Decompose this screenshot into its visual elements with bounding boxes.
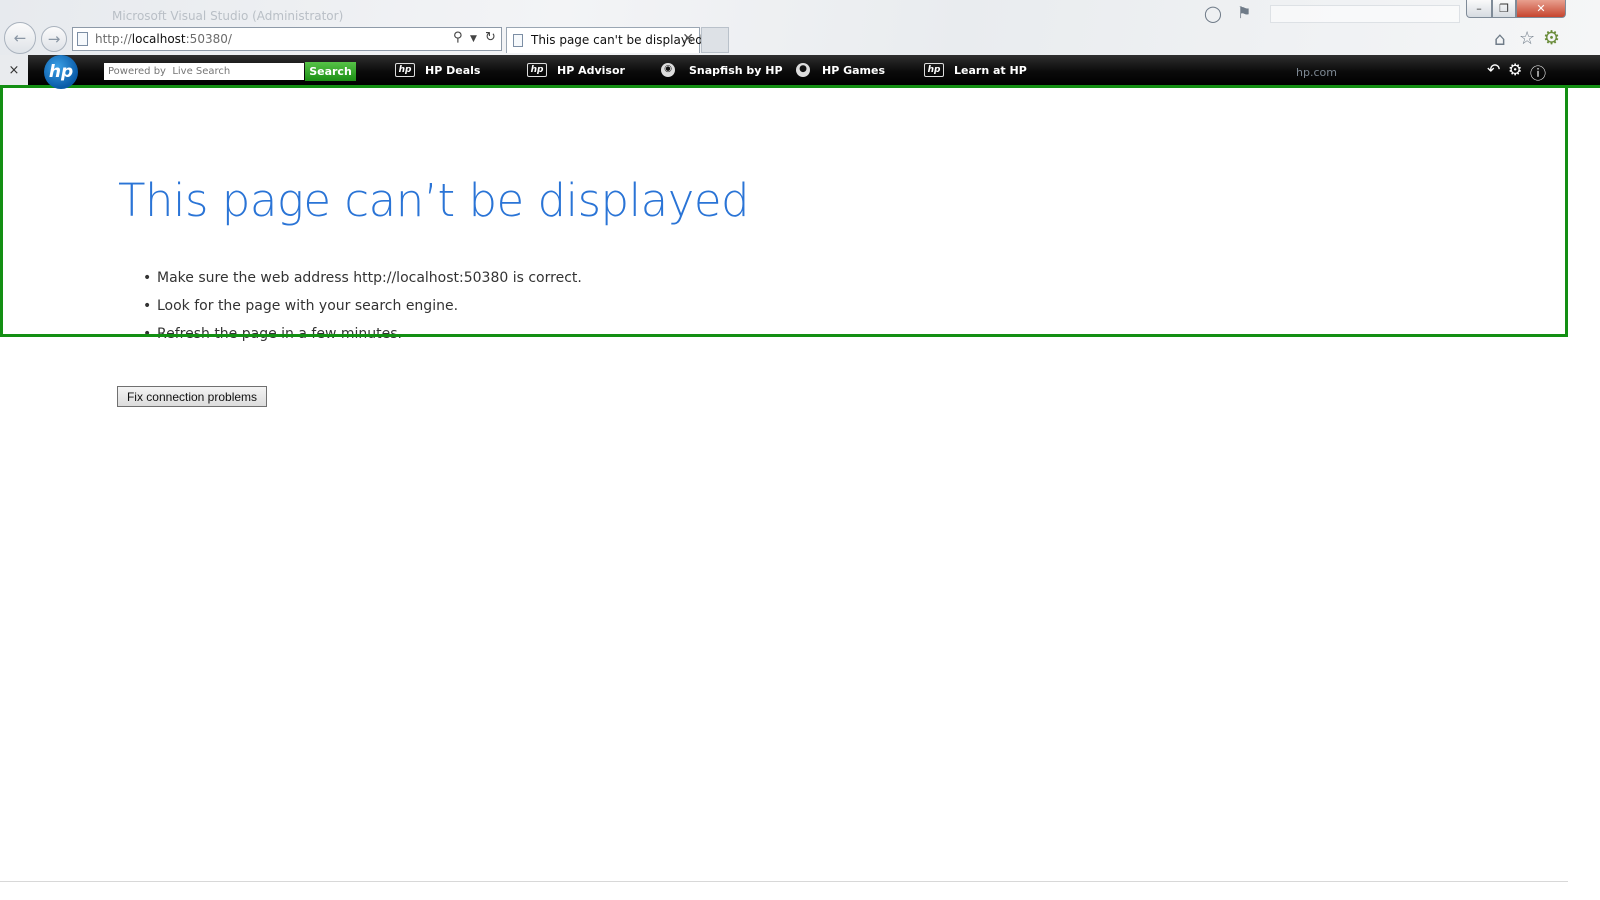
link-hp-games[interactable]: ● HP Games (796, 63, 885, 77)
page-title: This page can’t be displayed (118, 174, 750, 227)
minimize-button[interactable]: – (1466, 0, 1492, 18)
hp-logo-icon[interactable]: hp (44, 55, 78, 89)
search-icon[interactable]: ⚲ (453, 30, 463, 45)
hp-logo-icon: hp (527, 63, 547, 77)
back-button[interactable]: ← (4, 22, 36, 54)
settings-gear-icon[interactable]: ⚙ (1508, 60, 1522, 79)
back-arrow-icon: ← (13, 29, 27, 47)
tab-error-page[interactable]: This page can't be displayed ✕ (506, 27, 703, 53)
maximize-button[interactable]: ❐ (1492, 0, 1516, 18)
refresh-icon[interactable]: ↻ (485, 30, 496, 45)
tab-close-icon[interactable]: ✕ (682, 31, 694, 47)
list-item: Make sure the web address http://localho… (143, 268, 582, 296)
page-icon (77, 32, 88, 46)
forward-arrow-icon: → (47, 30, 61, 48)
list-item: Look for the page with your search engin… (143, 296, 582, 324)
link-hp-advisor[interactable]: hp HP Advisor (527, 63, 625, 77)
toolbar-close-button[interactable]: × (0, 55, 28, 85)
windows-search-box[interactable] (1270, 5, 1460, 23)
dropdown-arrow-icon[interactable]: ▼ (470, 34, 477, 44)
link-learn-at-hp[interactable]: hp Learn at HP (924, 63, 1027, 77)
list-item: Refresh the page in a few minutes. (143, 324, 582, 352)
hp-search-button[interactable]: Search (305, 62, 356, 81)
page-icon (513, 34, 523, 47)
new-tab-button[interactable] (701, 27, 729, 53)
notification-icon[interactable]: ⚑ (1237, 3, 1251, 22)
hp-search-input[interactable] (104, 63, 304, 80)
scrollbar-area[interactable] (1568, 88, 1600, 900)
tips-list: Make sure the web address http://localho… (143, 268, 582, 352)
forward-button[interactable]: → (41, 26, 67, 52)
hp-toolbar: × hp Search hpHP Deals hpHP Advisor ◉Sna… (0, 55, 1600, 89)
divider (0, 881, 1568, 882)
undo-icon[interactable]: ↶ (1487, 60, 1500, 79)
address-bar[interactable]: http://localhost:50380/ ⚲ ▼ ↻ (72, 27, 502, 51)
camera-icon: ◉ (661, 63, 675, 77)
tab-label: This page can't be displayed (531, 33, 703, 47)
favorites-star-icon[interactable]: ☆ (1519, 28, 1535, 49)
settings-gear-icon[interactable]: ⚙ (1543, 27, 1560, 49)
hp-com-link[interactable]: hp.com (1296, 66, 1337, 79)
help-icon[interactable]: ⓘ (1530, 60, 1546, 84)
games-icon: ● (796, 63, 810, 77)
fix-connection-button[interactable]: Fix connection problems (117, 386, 267, 407)
link-snapfish[interactable]: ◉ Snapfish by HP (661, 63, 783, 77)
browser-chrome: Microsoft Visual Studio (Administrator) … (0, 0, 1600, 55)
address-url[interactable]: http://localhost:50380/ (95, 32, 232, 46)
window-title: Microsoft Visual Studio (Administrator) (112, 9, 344, 23)
hp-logo-icon: hp (924, 63, 944, 77)
close-button[interactable]: ✕ (1516, 0, 1566, 18)
hp-logo-icon: hp (395, 63, 415, 77)
link-hp-deals[interactable]: hp HP Deals (395, 63, 480, 77)
feedback-icon[interactable]: ◯ (1204, 4, 1222, 23)
home-icon[interactable]: ⌂ (1494, 29, 1505, 50)
